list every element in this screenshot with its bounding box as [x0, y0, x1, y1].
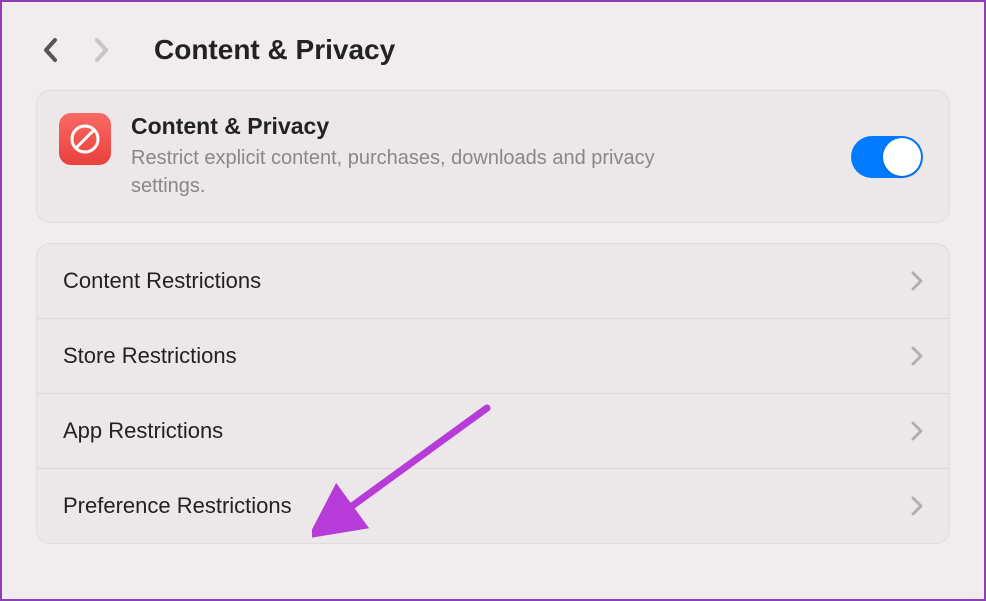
content-privacy-description: Restrict explicit content, purchases, do… — [131, 144, 671, 200]
content-restrictions-row[interactable]: Content Restrictions — [37, 244, 949, 319]
nav-arrows — [42, 37, 110, 63]
toggle-knob — [883, 138, 921, 176]
forward-button[interactable] — [94, 37, 110, 63]
app-restrictions-row[interactable]: App Restrictions — [37, 394, 949, 469]
content-privacy-text: Content & Privacy Restrict explicit cont… — [131, 113, 831, 200]
content-privacy-toggle[interactable] — [851, 136, 923, 178]
list-item-label: Preference Restrictions — [63, 493, 292, 519]
chevron-right-icon — [911, 271, 923, 291]
list-item-label: Content Restrictions — [63, 268, 261, 294]
restrictions-list: Content Restrictions Store Restrictions … — [36, 243, 950, 544]
back-button[interactable] — [42, 37, 58, 63]
preference-restrictions-row[interactable]: Preference Restrictions — [37, 469, 949, 543]
chevron-left-icon — [42, 37, 58, 63]
list-item-label: Store Restrictions — [63, 343, 237, 369]
store-restrictions-row[interactable]: Store Restrictions — [37, 319, 949, 394]
page-title: Content & Privacy — [154, 34, 395, 66]
no-symbol-icon — [59, 113, 111, 165]
list-item-label: App Restrictions — [63, 418, 223, 444]
chevron-right-icon — [911, 421, 923, 441]
header-bar: Content & Privacy — [2, 2, 984, 90]
chevron-right-icon — [911, 496, 923, 516]
chevron-right-icon — [911, 346, 923, 366]
content-privacy-card: Content & Privacy Restrict explicit cont… — [36, 90, 950, 223]
chevron-right-icon — [94, 37, 110, 63]
content-privacy-title: Content & Privacy — [131, 113, 831, 140]
